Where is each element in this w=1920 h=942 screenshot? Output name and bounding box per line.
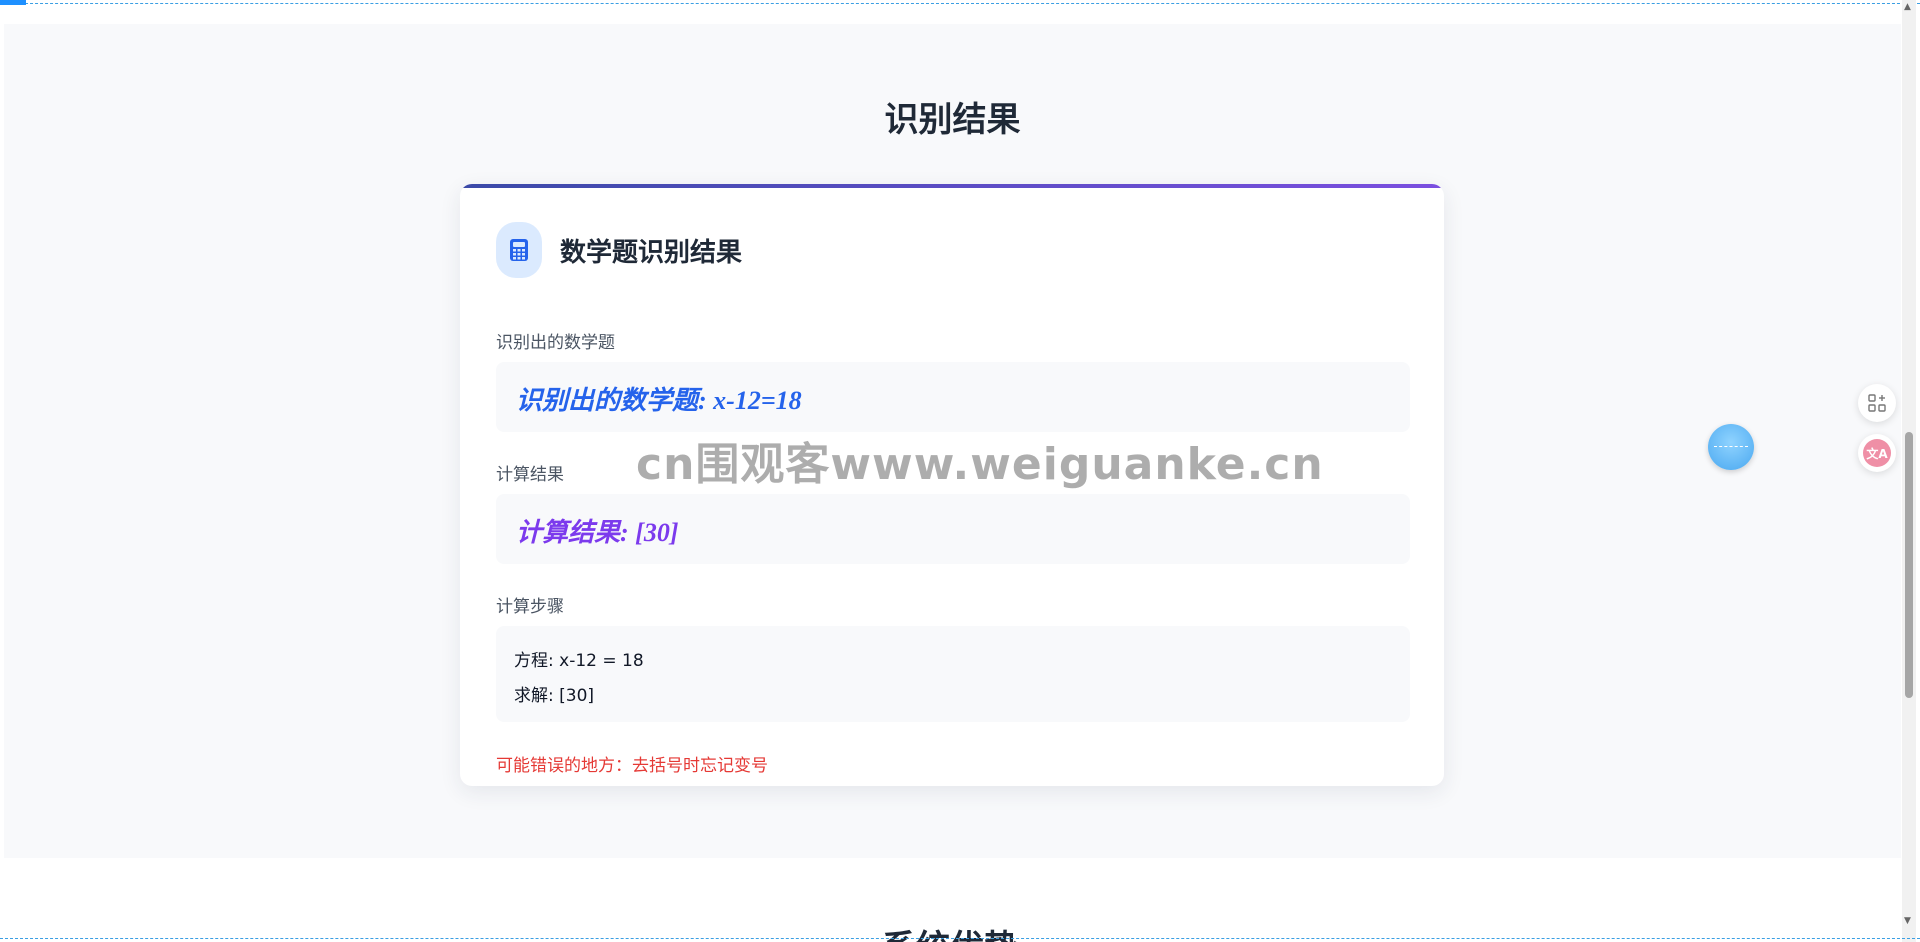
card-accent-bar: [460, 184, 1444, 188]
page: 识别结果 数学题识别结果 识别出的数学题 识别出的数学题: x-12=18 计算…: [0, 0, 1920, 942]
result-box: 计算结果: [30]: [496, 494, 1410, 564]
scrollbar-thumb[interactable]: [1905, 432, 1913, 698]
recognized-label: 识别出的数学题: [496, 333, 615, 353]
card-header: 数学题识别结果: [496, 222, 742, 278]
error-note: 可能错误的地方：去括号时忘记变号: [496, 756, 768, 776]
translate-button[interactable]: 文A: [1858, 434, 1896, 472]
floating-assistant-ball[interactable]: [1708, 424, 1754, 470]
card-title: 数学题识别结果: [560, 237, 743, 268]
step-line: 方程: x-12 = 18: [514, 651, 644, 671]
calculator-icon: [496, 222, 542, 278]
result-label: 计算结果: [496, 465, 564, 485]
recognized-value: 识别出的数学题: x-12=18: [516, 386, 802, 415]
section-title: 识别结果: [884, 100, 1021, 140]
watermark-text: cn围观客www.weiguanke.cn: [636, 439, 1324, 490]
scroll-up-arrow[interactable]: ▲: [1904, 2, 1911, 12]
recognized-box: 识别出的数学题: x-12=18: [496, 362, 1410, 432]
steps-label: 计算步骤: [496, 597, 564, 617]
top-dashed-border: [0, 0, 1920, 4]
top-progress-accent: [0, 0, 26, 5]
float-ball-divider: [1714, 446, 1748, 448]
scroll-down-arrow[interactable]: ▼: [1904, 916, 1911, 926]
apps-add-icon[interactable]: [1858, 384, 1896, 422]
result-value: 计算结果: [30]: [516, 518, 679, 547]
steps-box: 方程: x-12 = 18 求解: [30]: [496, 626, 1410, 722]
bottom-dashed-border: [0, 938, 1920, 942]
translate-icon: 文A: [1863, 439, 1891, 467]
step-line: 求解: [30]: [514, 686, 595, 706]
